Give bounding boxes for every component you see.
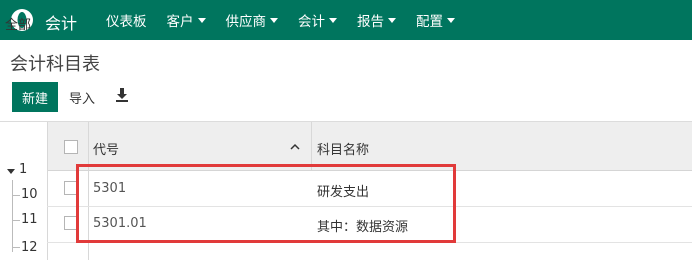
cell-code[interactable]: 5301.01 bbox=[93, 216, 147, 231]
top-navbar: 会计 仪表板 客户 供应商 会计 报告 配置 bbox=[0, 0, 692, 40]
app-name[interactable]: 会计 bbox=[45, 10, 77, 34]
import-button[interactable]: 导入 bbox=[69, 88, 95, 107]
column-header-code[interactable]: 代号 bbox=[93, 139, 119, 158]
tree-node-11[interactable]: 11 bbox=[21, 212, 38, 227]
side-panel-all[interactable]: 全部 bbox=[5, 14, 31, 33]
menu-reports-label: 报告 bbox=[357, 14, 384, 30]
caret-down-icon bbox=[329, 17, 337, 23]
caret-down-icon[interactable] bbox=[7, 169, 15, 174]
cell-account-name[interactable]: 其中：数据资源 bbox=[317, 216, 408, 235]
cell-code[interactable]: 5301 bbox=[93, 181, 126, 196]
tree-node-12[interactable]: 12 bbox=[21, 240, 38, 255]
menu-configuration[interactable]: 配置 bbox=[416, 10, 455, 30]
tree-connector bbox=[12, 195, 20, 196]
menu-accounting[interactable]: 会计 bbox=[298, 10, 337, 30]
row-divider bbox=[47, 242, 692, 243]
sort-ascending-icon[interactable] bbox=[290, 143, 300, 150]
download-icon[interactable] bbox=[115, 88, 129, 102]
tree-connector bbox=[12, 180, 13, 252]
menu-vendors[interactable]: 供应商 bbox=[225, 10, 278, 30]
column-divider bbox=[311, 122, 312, 170]
page-title: 会计科目表 bbox=[10, 54, 100, 75]
menu-reports[interactable]: 报告 bbox=[357, 10, 396, 30]
tree-connector bbox=[12, 220, 20, 221]
menu-customers[interactable]: 客户 bbox=[167, 10, 206, 30]
column-header-account-name[interactable]: 科目名称 bbox=[317, 139, 369, 158]
column-divider bbox=[88, 122, 89, 260]
row-checkbox[interactable] bbox=[64, 216, 78, 230]
menu-vendors-label: 供应商 bbox=[225, 14, 267, 30]
new-button[interactable]: 新建 bbox=[12, 82, 58, 112]
tree-node-10[interactable]: 10 bbox=[21, 187, 38, 202]
table-border bbox=[47, 122, 48, 260]
main-menu: 仪表板 客户 供应商 会计 报告 配置 bbox=[106, 0, 475, 40]
tree-node-1[interactable]: 1 bbox=[19, 162, 27, 177]
select-all-checkbox[interactable] bbox=[64, 140, 78, 154]
menu-accounting-label: 会计 bbox=[298, 14, 325, 30]
menu-customers-label: 客户 bbox=[166, 14, 194, 30]
cell-account-name[interactable]: 研发支出 bbox=[317, 181, 369, 200]
caret-down-icon bbox=[447, 17, 455, 23]
table-header bbox=[47, 122, 692, 171]
caret-down-icon bbox=[197, 17, 206, 23]
menu-dashboard[interactable]: 仪表板 bbox=[106, 10, 147, 30]
row-divider bbox=[47, 206, 692, 207]
caret-down-icon bbox=[388, 17, 396, 23]
menu-dashboard-label: 仪表板 bbox=[106, 14, 147, 30]
menu-configuration-label: 配置 bbox=[416, 14, 443, 30]
tree-connector bbox=[12, 247, 20, 248]
row-checkbox[interactable] bbox=[64, 181, 78, 195]
caret-down-icon bbox=[270, 17, 278, 23]
